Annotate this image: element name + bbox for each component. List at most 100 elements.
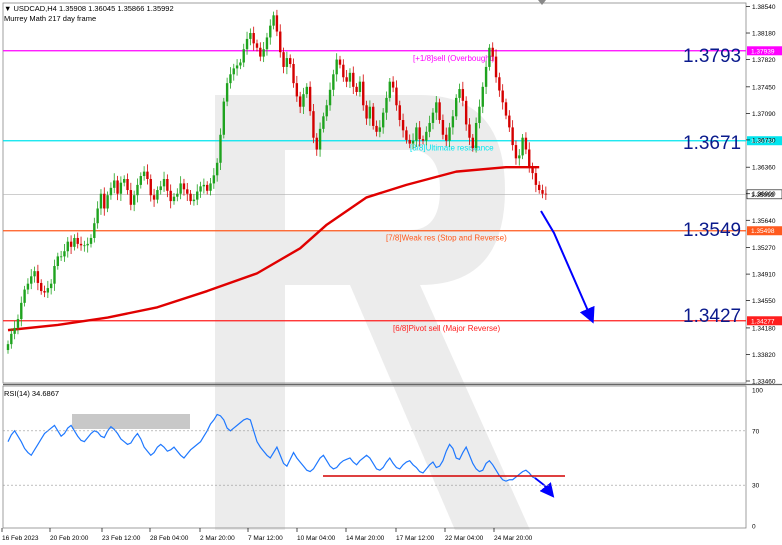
candle [229, 67, 232, 89]
candle-body [292, 63, 295, 84]
candle-body [139, 176, 142, 185]
y-tick-label: 1.36000 [752, 191, 776, 198]
candle [73, 234, 76, 251]
candle [541, 184, 544, 199]
candle-body [375, 125, 378, 132]
candle [484, 60, 488, 95]
candle-body [152, 195, 156, 200]
candle-body [451, 116, 455, 128]
candle-body [428, 122, 431, 132]
candle-body [471, 137, 474, 149]
y-tick-label: 1.33820 [752, 352, 776, 359]
candle-body [435, 102, 438, 113]
candle-body [445, 134, 448, 141]
candle [43, 285, 46, 298]
level-label-3: 1.3549 [683, 220, 742, 241]
candle-body [325, 105, 328, 117]
x-tick-label: 16 Feb 2023 [2, 535, 39, 542]
candle-body [113, 180, 116, 188]
collapse-triangle-icon[interactable]: ▼ [4, 4, 14, 13]
candle-body [401, 120, 405, 131]
candle-body [116, 180, 119, 194]
rsi-highlight-box [72, 414, 190, 429]
candle [242, 43, 245, 68]
level-label: [7/8]Weak res (Stop and Reverse) [386, 234, 507, 243]
candle [518, 149, 521, 166]
candle-body [59, 256, 63, 258]
candle [33, 266, 36, 283]
x-tick-label: 7 Mar 12:00 [248, 535, 283, 542]
x-tick-label: 24 Mar 20:00 [494, 535, 533, 542]
candle-body [242, 49, 245, 63]
candle-body [6, 344, 10, 351]
candle-body [232, 68, 235, 75]
candle [524, 132, 528, 155]
candle-body [484, 66, 488, 87]
candle-body [478, 106, 481, 123]
candle-body [538, 184, 541, 191]
candle [279, 24, 282, 58]
candle-body [186, 189, 189, 194]
candle-body [521, 137, 524, 156]
candle-body [136, 184, 139, 196]
y-tick-label: 1.34180 [752, 325, 776, 332]
candle-body [431, 112, 435, 123]
candle [262, 42, 265, 63]
candle [239, 58, 242, 70]
candle-body [395, 87, 398, 106]
candle-body [498, 77, 501, 91]
y-tick-label: 1.37090 [752, 111, 776, 118]
candle-body [381, 112, 385, 128]
candle [36, 264, 40, 291]
candle-body [206, 184, 209, 191]
level-tag: 1.35498 [751, 228, 775, 235]
candle-body [99, 193, 103, 209]
candle [23, 285, 26, 307]
candle [332, 69, 335, 97]
candle [152, 188, 156, 207]
candle [96, 201, 99, 229]
candle-body [534, 173, 538, 185]
candle [159, 180, 162, 195]
candle-body [225, 83, 229, 102]
candle-body [166, 178, 169, 191]
scroll-marker[interactable] [538, 0, 546, 5]
candle-body [474, 122, 478, 149]
level-label: [+1/8]sell (Overbought) [413, 54, 495, 63]
candle-body [438, 102, 441, 121]
level-tag: 1.34277 [751, 318, 775, 325]
candle [63, 244, 66, 262]
candle-body [511, 127, 514, 146]
indicator-line: Murrey Math 217 day frame [4, 14, 97, 23]
rsi-tick-label: 0 [752, 524, 756, 531]
candle [501, 84, 504, 110]
y-tick-label: 1.34910 [752, 272, 776, 279]
candle-body [348, 72, 352, 82]
x-tick-label: 28 Feb 04:00 [150, 535, 189, 542]
rsi-tick-label: 70 [752, 428, 760, 435]
candle [438, 98, 441, 124]
candle [504, 98, 508, 120]
y-tick-label: 1.34550 [752, 298, 776, 305]
candle [206, 181, 209, 195]
y-tick-label: 1.37450 [752, 84, 776, 91]
x-tick-label: 2 Mar 20:00 [200, 535, 235, 542]
level-label-1: 1.3793 [683, 46, 742, 67]
candle [498, 72, 501, 97]
watermark-stem [215, 95, 285, 530]
x-tick-label: 14 Mar 20:00 [346, 535, 385, 542]
candle-body [103, 193, 106, 209]
candle-body [196, 191, 199, 200]
candle-body [295, 83, 299, 97]
candle [292, 58, 295, 88]
rsi-tick-label: 100 [752, 388, 763, 395]
candle-body [109, 187, 113, 196]
watermark-logo [215, 95, 530, 530]
price-chart: 1.359921.37939[+1/8]sell (Overbought)1.3… [1, 0, 782, 542]
candle-body [464, 100, 468, 125]
candle [13, 320, 16, 340]
candle-body [544, 193, 548, 195]
candle-body [528, 149, 531, 168]
chart-shift-icon[interactable] [538, 0, 546, 5]
candle [531, 162, 534, 180]
